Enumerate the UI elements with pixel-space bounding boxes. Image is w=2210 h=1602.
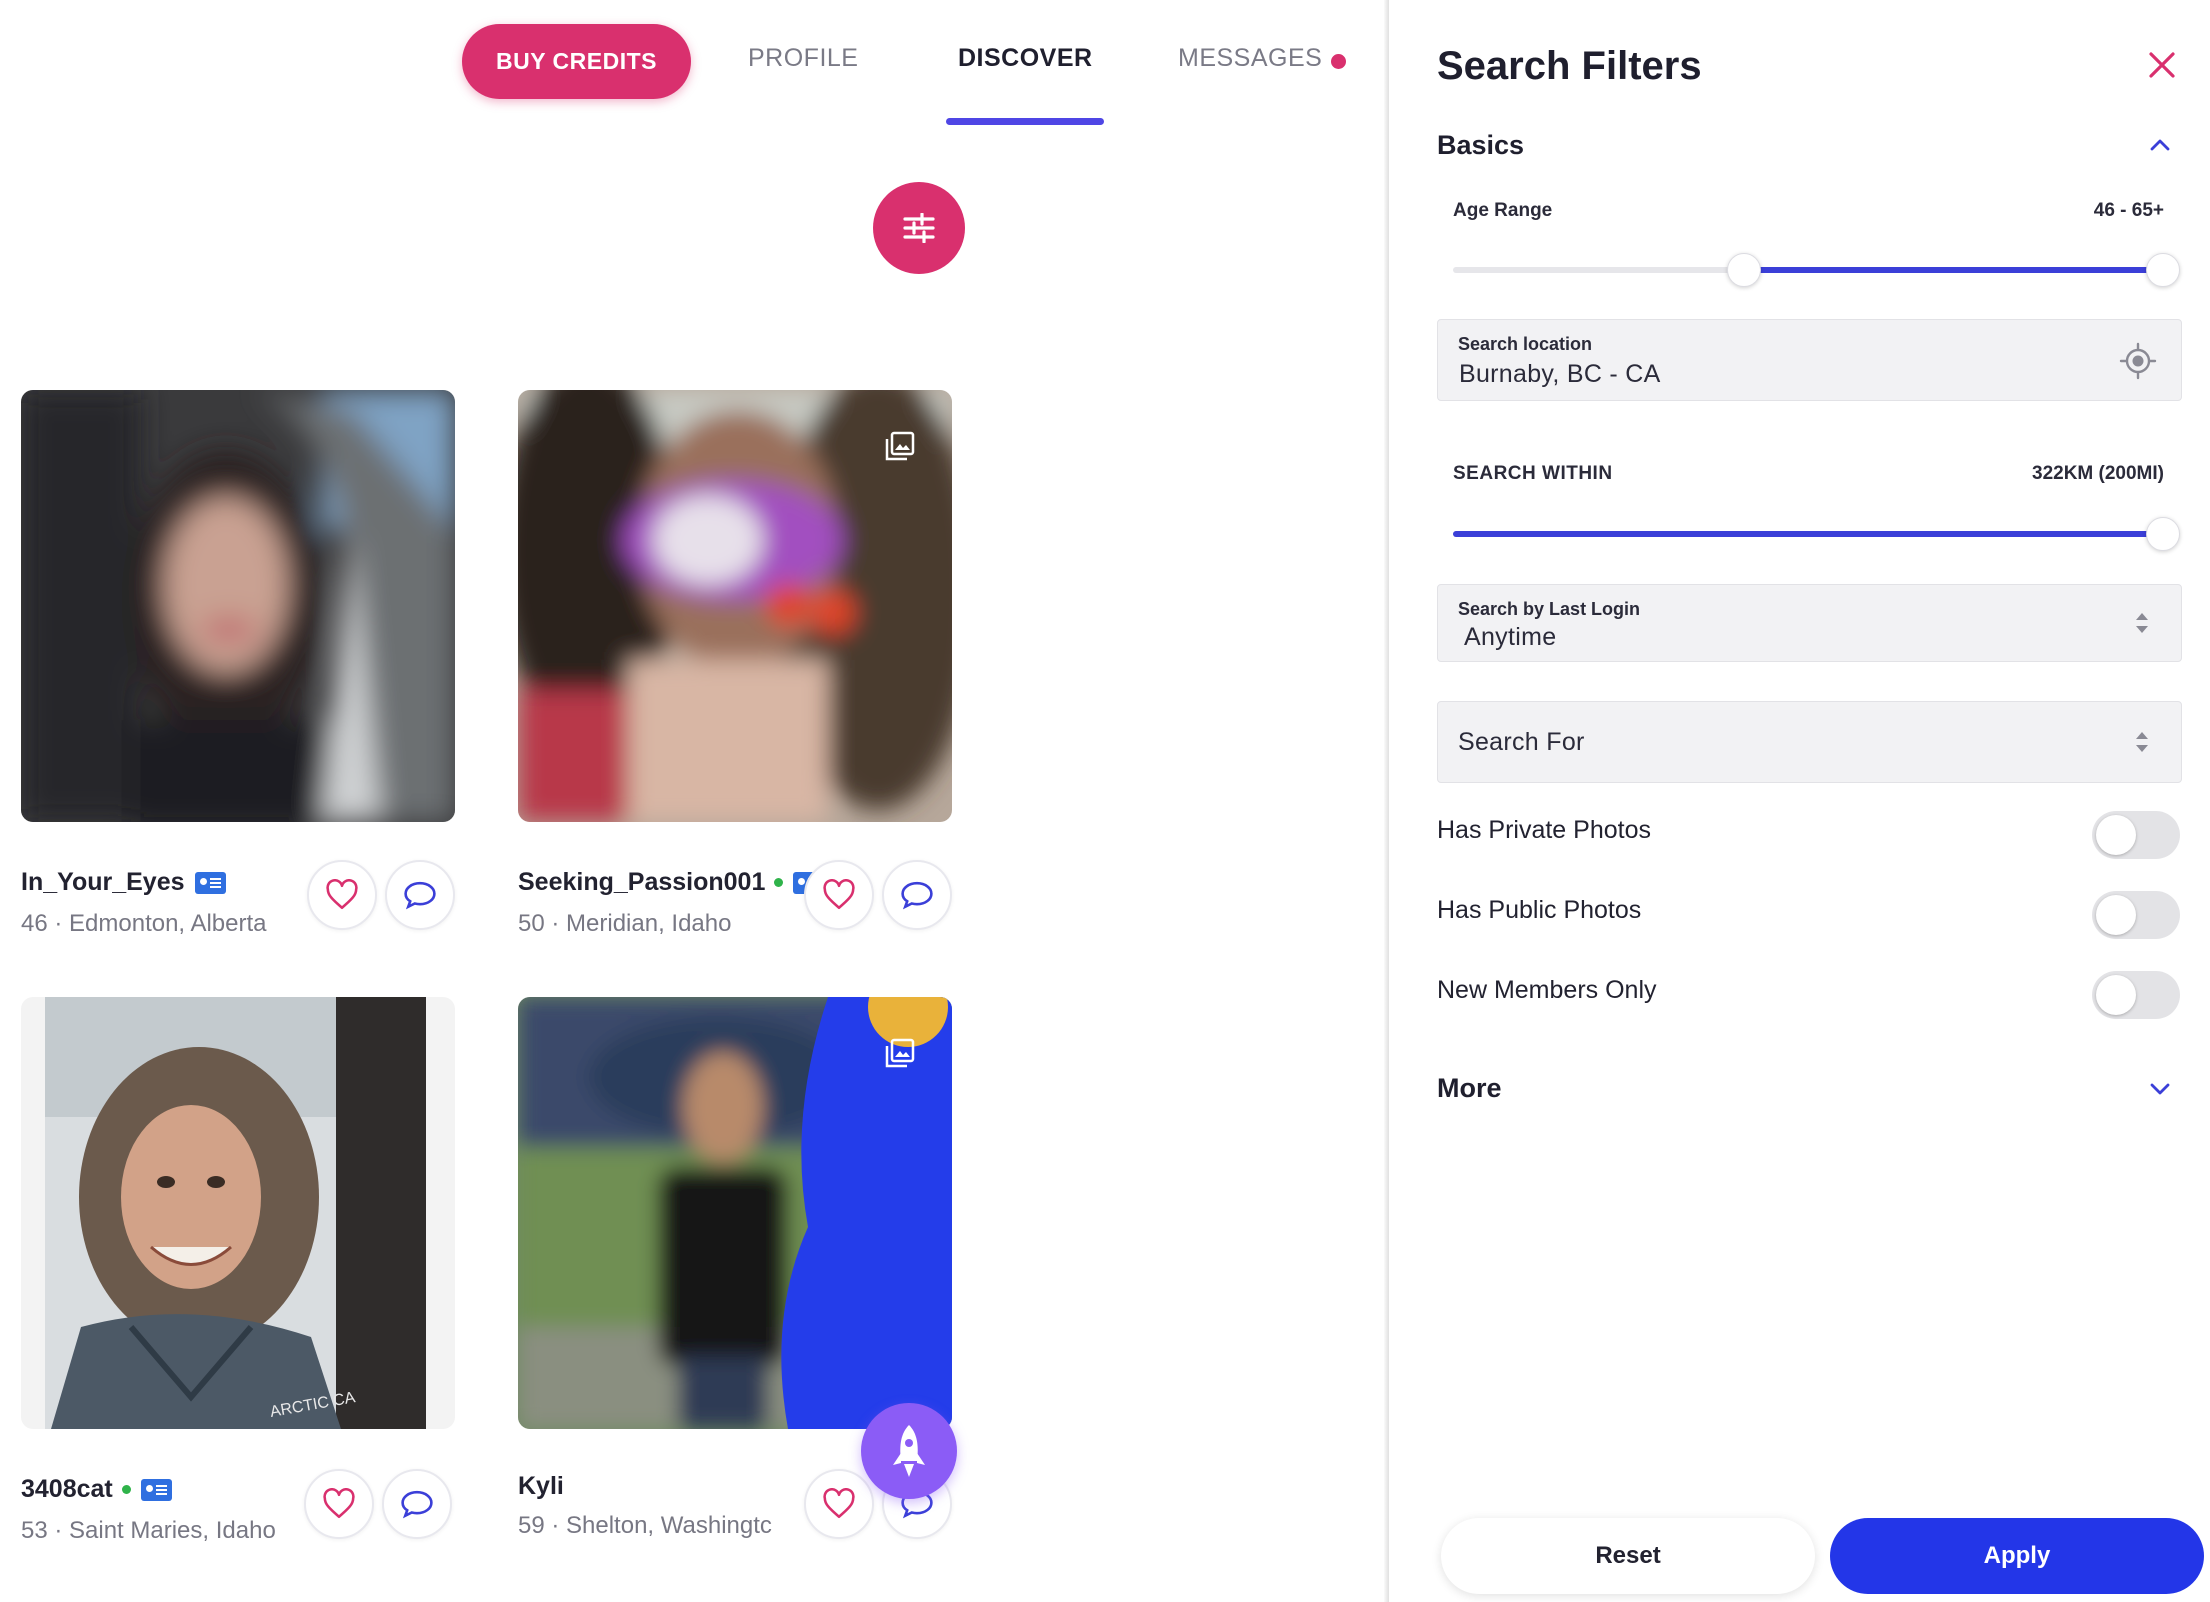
profile-photo[interactable]: ARCTIC CA — [21, 997, 455, 1429]
chat-bubble-icon — [901, 881, 933, 910]
has-public-photos-toggle[interactable] — [2092, 891, 2180, 939]
search-location-field[interactable]: Search location Burnaby, BC - CA — [1437, 319, 2182, 401]
online-status-dot — [121, 1485, 131, 1494]
buy-credits-button[interactable]: BUY CREDITS — [462, 24, 691, 99]
search-within-value: 322KM (200MI) — [2032, 463, 2164, 484]
locate-me-icon[interactable] — [2119, 342, 2157, 380]
last-login-value[interactable]: Anytime — [1464, 623, 1556, 652]
heart-icon — [326, 879, 358, 910]
last-login-label: Search by Last Login — [1458, 599, 1641, 619]
like-button[interactable] — [307, 860, 377, 930]
toggle-knob — [2096, 975, 2136, 1015]
search-within-handle[interactable] — [2146, 517, 2180, 551]
has-private-photos-label: Has Private Photos — [1437, 816, 1651, 844]
profile-photo[interactable] — [518, 390, 952, 822]
basics-section-header[interactable]: Basics — [1437, 130, 1524, 161]
rocket-icon — [893, 1425, 925, 1477]
search-within-fill — [1453, 531, 2163, 537]
search-location-value[interactable]: Burnaby, BC - CA — [1459, 360, 1661, 389]
profile-photo[interactable] — [518, 997, 952, 1429]
select-arrows-icon — [2136, 732, 2148, 752]
message-button[interactable] — [882, 860, 952, 930]
age-range-fill — [1744, 267, 2163, 273]
apply-button[interactable]: Apply — [1830, 1518, 2204, 1594]
online-status-dot — [774, 878, 784, 887]
age-max-handle[interactable] — [2146, 253, 2180, 287]
search-for-placeholder[interactable]: Search For — [1458, 728, 1585, 757]
new-members-only-label: New Members Only — [1437, 976, 1657, 1004]
top-nav: BUY CREDITS PROFILE DISCOVER MESSAGES — [0, 0, 1389, 130]
chat-bubble-icon — [401, 1490, 433, 1519]
chevron-up-icon[interactable] — [2149, 134, 2171, 156]
close-icon[interactable] — [2147, 50, 2177, 80]
search-within-slider[interactable] — [1453, 517, 2180, 551]
like-button[interactable] — [804, 860, 874, 930]
has-public-photos-label: Has Public Photos — [1437, 896, 1642, 924]
age-min-handle[interactable] — [1727, 253, 1762, 287]
tab-profile[interactable]: PROFILE — [748, 44, 858, 73]
profile-age-location: 50 · Meridian, Idaho — [518, 910, 732, 937]
unread-messages-dot — [1331, 54, 1346, 69]
heart-icon — [323, 1488, 355, 1519]
search-within-label: SEARCH WITHIN — [1453, 463, 1613, 484]
panel-divider — [1384, 0, 1389, 1602]
like-button[interactable] — [304, 1469, 374, 1539]
active-tab-indicator — [946, 118, 1104, 125]
verified-id-icon — [140, 1478, 172, 1501]
search-for-select[interactable]: Search For — [1437, 701, 2182, 783]
profile-username[interactable]: Seeking_Passion001 — [518, 868, 825, 897]
profile-username[interactable]: Kyli — [518, 1472, 564, 1501]
tab-discover[interactable]: DISCOVER — [958, 44, 1093, 73]
has-private-photos-toggle[interactable] — [2092, 811, 2180, 859]
last-login-select[interactable]: Search by Last Login Anytime — [1437, 584, 2182, 662]
profile-age-location: 59 · Shelton, Washingtc — [518, 1512, 772, 1539]
message-button[interactable] — [382, 1469, 452, 1539]
more-section-header[interactable]: More — [1437, 1073, 1502, 1104]
new-members-only-toggle[interactable] — [2092, 971, 2180, 1019]
profile-username[interactable]: In_Your_Eyes — [21, 868, 226, 897]
search-filters-panel: Search Filters Basics Age Range 46 - 65+… — [1391, 0, 2210, 1602]
gallery-icon — [885, 431, 915, 461]
chevron-down-icon[interactable] — [2149, 1078, 2171, 1100]
tab-messages[interactable]: MESSAGES — [1178, 44, 1322, 73]
sliders-icon — [903, 213, 935, 243]
verified-id-icon — [194, 871, 226, 894]
profile-age-location: 53 · Saint Maries, Idaho — [21, 1517, 276, 1544]
toggle-knob — [2096, 895, 2136, 935]
age-range-value: 46 - 65+ — [2093, 200, 2164, 221]
reset-button[interactable]: Reset — [1441, 1518, 1815, 1594]
chat-bubble-icon — [404, 881, 436, 910]
profile-age-location: 46 · Edmonton, Alberta — [21, 910, 267, 937]
filters-button[interactable] — [873, 182, 965, 274]
profile-photo[interactable] — [21, 390, 455, 822]
heart-icon — [823, 1488, 855, 1519]
age-range-label: Age Range — [1453, 200, 1553, 221]
message-button[interactable] — [385, 860, 455, 930]
search-location-label: Search location — [1458, 334, 1593, 354]
discover-page: BUY CREDITS PROFILE DISCOVER MESSAGES In… — [0, 0, 1389, 1602]
toggle-knob — [2096, 815, 2136, 855]
boost-button[interactable] — [861, 1403, 957, 1499]
like-button[interactable] — [804, 1469, 874, 1539]
age-range-slider[interactable] — [1453, 253, 2180, 287]
panel-title: Search Filters — [1437, 44, 1702, 88]
select-arrows-icon — [2136, 613, 2148, 633]
heart-icon — [823, 879, 855, 910]
profile-username[interactable]: 3408cat — [21, 1475, 172, 1504]
gallery-icon — [885, 1038, 915, 1068]
